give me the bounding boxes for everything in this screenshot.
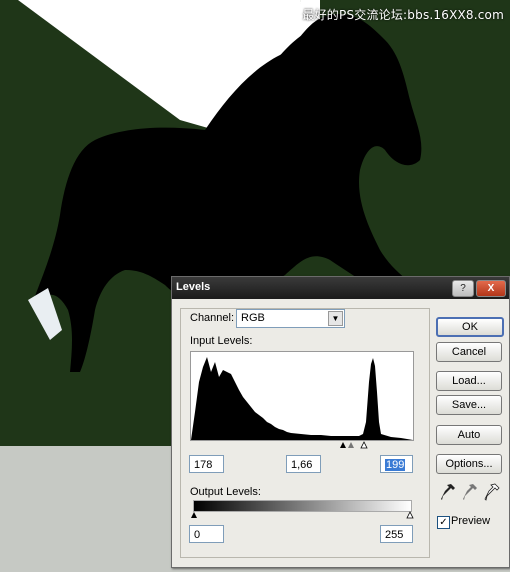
levels-dialog: Levels ? X Channel: RGB ▼ Input Levels: … <box>171 276 510 568</box>
close-button[interactable]: X <box>476 280 506 297</box>
ok-button[interactable]: OK <box>436 317 504 337</box>
channel-select[interactable]: RGB ▼ <box>236 309 345 328</box>
histogram-shape <box>191 357 413 440</box>
black-point-slider <box>340 442 346 448</box>
chevron-down-icon[interactable]: ▼ <box>328 311 343 326</box>
dialog-title: Levels <box>176 281 211 293</box>
checkmark-icon: ✓ <box>439 517 448 528</box>
input-levels-label: Input Levels: <box>190 335 253 347</box>
gamma-slider <box>348 442 354 448</box>
load-button[interactable]: Load... <box>436 371 502 391</box>
output-sliders[interactable] <box>191 511 415 519</box>
gray-eyedropper-icon[interactable] <box>462 483 478 501</box>
output-black-slider <box>191 512 197 518</box>
help-button[interactable]: ? <box>452 280 474 297</box>
black-eyedropper-icon[interactable] <box>440 483 456 501</box>
dialog-titlebar[interactable]: Levels ? X <box>172 277 509 299</box>
save-button[interactable]: Save... <box>436 395 502 415</box>
input-gamma-field[interactable]: 1,66 <box>286 455 321 473</box>
preview-checkbox[interactable]: ✓ <box>437 516 450 529</box>
input-black-field[interactable]: 178 <box>189 455 224 473</box>
output-black-field[interactable]: 0 <box>189 525 224 543</box>
channel-label: Channel: <box>190 312 235 324</box>
output-white-field[interactable]: 255 <box>380 525 413 543</box>
cancel-button[interactable]: Cancel <box>436 342 502 362</box>
white-point-slider <box>360 441 368 449</box>
histogram <box>190 351 414 441</box>
input-white-value: 199 <box>385 459 406 471</box>
watermark-text: 最好的PS交流论坛:bbs.16XX8.com <box>302 8 504 22</box>
auto-button[interactable]: Auto <box>436 425 502 445</box>
preview-label: Preview <box>451 515 491 527</box>
output-white-slider <box>406 511 414 519</box>
options-button[interactable]: Options... <box>436 454 502 474</box>
histogram-graph <box>191 357 413 440</box>
white-eyedropper-icon[interactable] <box>484 483 500 501</box>
output-levels-label: Output Levels: <box>190 486 261 498</box>
input-white-field[interactable]: 199 <box>380 455 413 473</box>
channel-value: RGB <box>241 312 265 324</box>
input-sliders[interactable] <box>340 440 370 450</box>
